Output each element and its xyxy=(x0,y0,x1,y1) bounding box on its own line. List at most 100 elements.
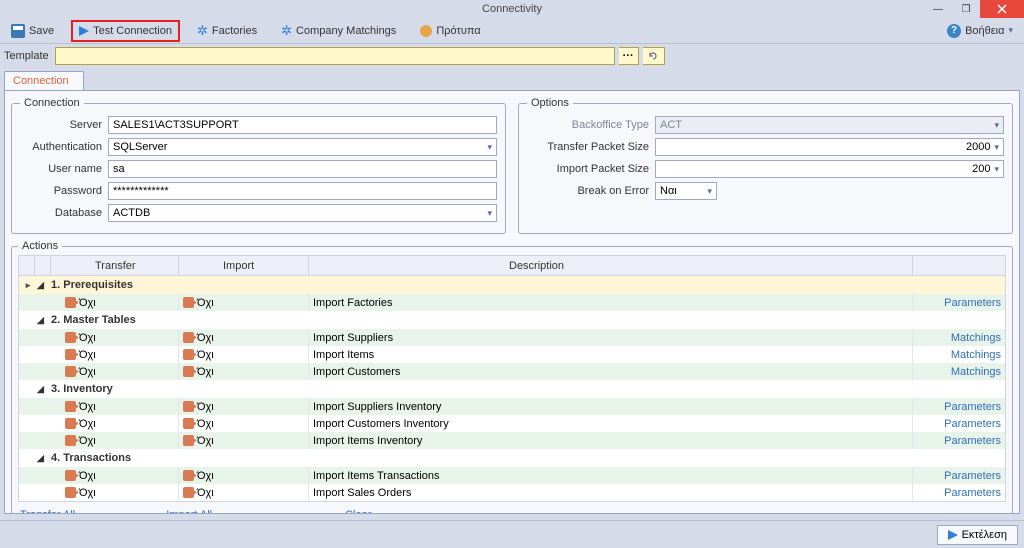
import-value: Όχι xyxy=(197,418,214,430)
backoffice-combo: ACT▾ xyxy=(655,116,1004,134)
transfer-value: Όχι xyxy=(79,435,96,447)
col-transfer[interactable]: Transfer xyxy=(51,256,179,275)
auth-label: Authentication xyxy=(20,141,108,153)
toolbar: Save Test Connection ✲ Factories ✲ Compa… xyxy=(0,18,1024,44)
table-row[interactable]: ΌχιΌχιImport Suppliers InventoryParamete… xyxy=(19,398,1005,415)
execute-label: Εκτέλεση xyxy=(962,529,1007,541)
collapse-icon: ◢ xyxy=(35,453,51,464)
table-row[interactable]: Όχι Όχι Import Items Matchings xyxy=(19,346,1005,363)
col-description[interactable]: Description xyxy=(309,256,913,275)
template-browse-button[interactable]: ··· xyxy=(619,47,639,65)
save-button[interactable]: Save xyxy=(4,20,61,42)
row-description: Import Factories xyxy=(309,294,913,311)
transfer-packet-combo[interactable]: 2000▾ xyxy=(655,138,1004,156)
factories-button[interactable]: ✲ Factories xyxy=(190,19,264,43)
actions-fieldset: Actions Transfer Import Description ▸◢1.… xyxy=(11,240,1013,514)
options-fieldset: Options Backoffice Type ACT▾ Transfer Pa… xyxy=(518,97,1013,234)
templates-button[interactable]: Πρότυπα xyxy=(413,21,487,41)
help-icon: ? xyxy=(947,24,961,38)
import-value: Όχι xyxy=(197,349,214,361)
password-input[interactable] xyxy=(108,182,497,200)
transfer-value: Όχι xyxy=(79,366,96,378)
actions-legend: Actions xyxy=(18,240,62,252)
collapse-icon: ◢ xyxy=(35,384,51,395)
row-link[interactable]: Parameters xyxy=(944,435,1001,447)
clear-link[interactable]: Clear xyxy=(345,509,371,514)
minimize-button[interactable]: — xyxy=(924,0,952,18)
import-value: Όχι xyxy=(197,487,214,499)
row-description: Import Sales Orders xyxy=(309,484,913,501)
thumb-down-icon xyxy=(65,418,76,429)
table-row[interactable]: ΌχιΌχιImport Customers InventoryParamete… xyxy=(19,415,1005,432)
table-row[interactable]: ΌχιΌχιImport Items TransactionsParameter… xyxy=(19,467,1005,484)
transfer-all-link[interactable]: Transfer All xyxy=(20,509,75,514)
thumb-down-icon xyxy=(183,366,194,377)
row-link[interactable]: Parameters xyxy=(944,487,1001,499)
table-row[interactable]: ΌχιΌχιImport SuppliersMatchings xyxy=(19,329,1005,346)
break-error-label: Break on Error xyxy=(527,185,655,197)
table-row[interactable]: ΌχιΌχιImport FactoriesParameters xyxy=(19,294,1005,311)
row-link[interactable]: Parameters xyxy=(944,470,1001,482)
server-input[interactable] xyxy=(108,116,497,134)
import-value: Όχι xyxy=(197,366,214,378)
close-button[interactable] xyxy=(980,0,1024,18)
group-row[interactable]: ◢3. Inventory xyxy=(19,380,1005,398)
group-row[interactable]: ◢4. Transactions xyxy=(19,449,1005,467)
transfer-value: Όχι xyxy=(79,487,96,499)
table-row[interactable]: Όχι Όχι Import Customers Matchings xyxy=(19,363,1005,380)
table-row[interactable]: ΌχιΌχιImport Items InventoryParameters xyxy=(19,432,1005,449)
help-button[interactable]: ? Βοήθεια ▾ xyxy=(940,20,1020,42)
gear-icon: ✲ xyxy=(281,23,292,39)
import-packet-combo[interactable]: 200▾ xyxy=(655,160,1004,178)
auth-combo[interactable]: SQLServer▾ xyxy=(108,138,497,156)
group-title: 1. Prerequisites xyxy=(51,279,133,291)
row-link[interactable]: Matchings xyxy=(951,366,1001,378)
tab-connection[interactable]: Connection xyxy=(4,71,84,90)
transfer-value: Όχι xyxy=(79,470,96,482)
thumb-down-icon xyxy=(183,349,194,360)
username-label: User name xyxy=(20,163,108,175)
template-refresh-button[interactable] xyxy=(643,47,665,65)
transfer-value: Όχι xyxy=(79,401,96,413)
col-import[interactable]: Import xyxy=(179,256,309,275)
thumb-down-icon xyxy=(65,366,76,377)
password-label: Password xyxy=(20,185,108,197)
server-label: Server xyxy=(20,119,108,131)
templates-label: Πρότυπα xyxy=(436,25,480,37)
row-link[interactable]: Parameters xyxy=(944,297,1001,309)
template-input[interactable] xyxy=(55,47,615,65)
row-link[interactable]: Parameters xyxy=(944,418,1001,430)
import-value: Όχι xyxy=(197,470,214,482)
database-combo[interactable]: ACTDB▾ xyxy=(108,204,497,222)
play-icon xyxy=(79,26,89,36)
break-error-combo[interactable]: Ναι▾ xyxy=(655,182,717,200)
group-title: 2. Master Tables xyxy=(51,314,136,326)
row-link[interactable]: Matchings xyxy=(951,332,1001,344)
row-description: Import Items xyxy=(309,346,913,363)
grid-header: Transfer Import Description xyxy=(19,256,1005,276)
thumb-down-icon xyxy=(65,297,76,308)
import-packet-label: Import Packet Size xyxy=(527,163,655,175)
database-label: Database xyxy=(20,207,108,219)
group-row[interactable]: ◢2. Master Tables xyxy=(19,311,1005,329)
save-label: Save xyxy=(29,25,54,37)
row-link[interactable]: Matchings xyxy=(951,349,1001,361)
import-all-link[interactable]: Import All xyxy=(166,509,212,514)
thumb-down-icon xyxy=(65,470,76,481)
transfer-value: Όχι xyxy=(79,349,96,361)
execute-button[interactable]: Εκτέλεση xyxy=(937,525,1018,545)
thumb-down-icon xyxy=(183,435,194,446)
window-title: Connectivity xyxy=(482,3,542,15)
company-matchings-button[interactable]: ✲ Company Matchings xyxy=(274,19,403,43)
test-connection-button[interactable]: Test Connection xyxy=(71,20,180,42)
table-row[interactable]: Όχι Όχι Import Sales Orders Parameters xyxy=(19,484,1005,501)
group-title: 4. Transactions xyxy=(51,452,131,464)
maximize-button[interactable]: ❐ xyxy=(952,0,980,18)
username-input[interactable] xyxy=(108,160,497,178)
row-link[interactable]: Parameters xyxy=(944,401,1001,413)
thumb-down-icon xyxy=(183,297,194,308)
group-row[interactable]: ▸◢1. Prerequisites xyxy=(19,276,1005,294)
transfer-value: Όχι xyxy=(79,297,96,309)
row-description: Import Items Inventory xyxy=(309,432,913,449)
row-description: Import Customers xyxy=(309,363,913,380)
